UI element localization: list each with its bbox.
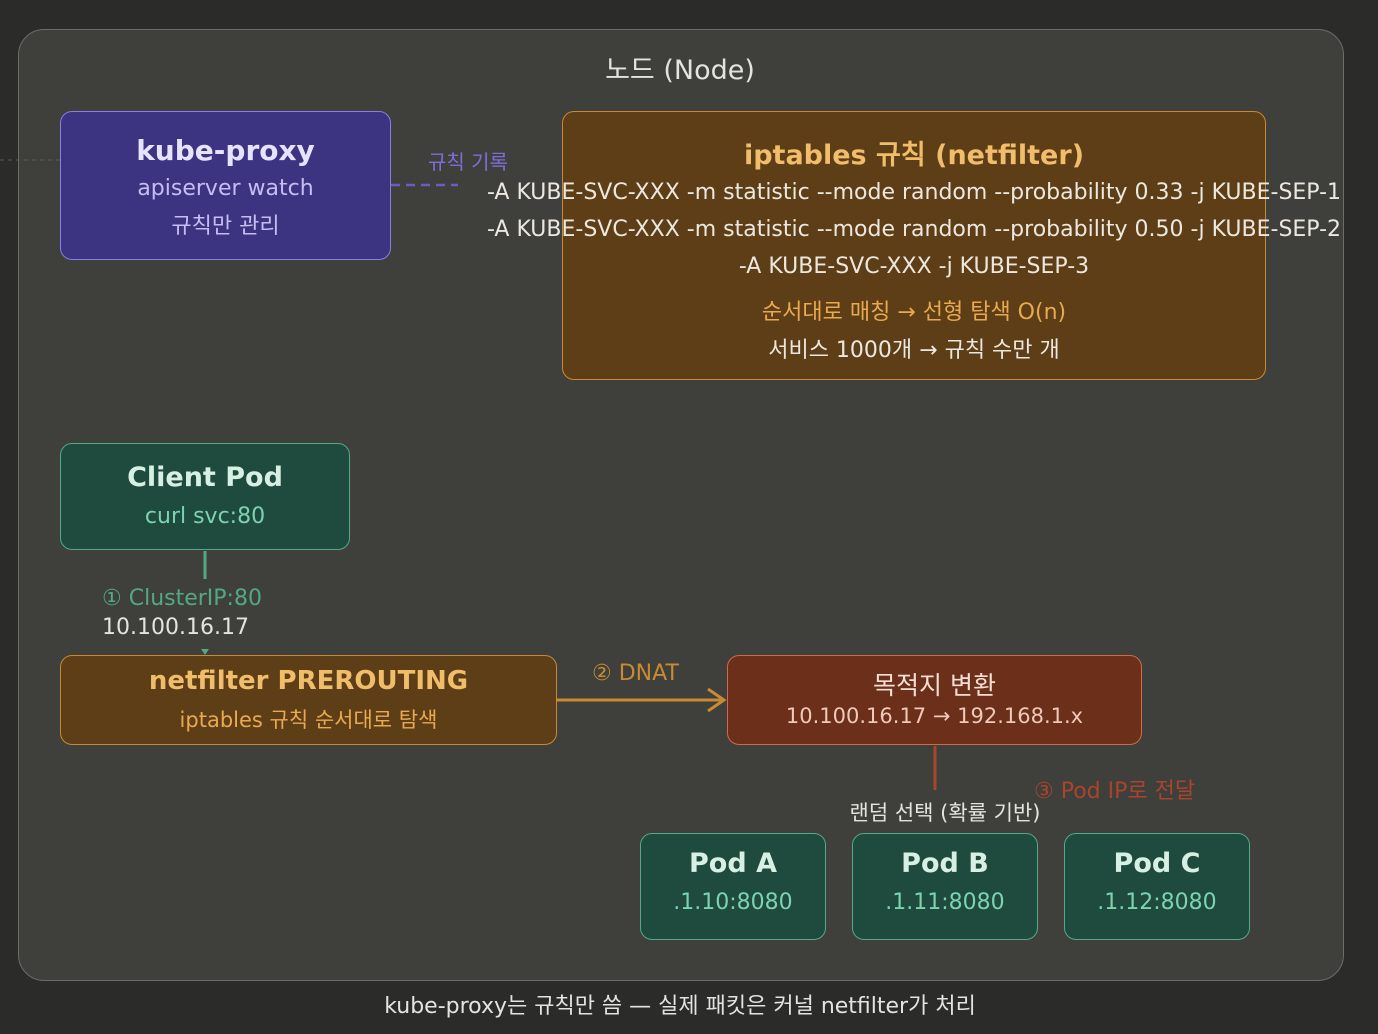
pod-b-address: .1.11:8080 [885, 890, 1005, 915]
iptables-note-scale: 서비스 1000개 → 규칙 수만 개 [768, 338, 1060, 363]
iptables-rule-1: -A KUBE-SVC-XXX -m statistic --mode rand… [486, 180, 1342, 205]
client-pod-box: Client Pod curl svc:80 [60, 443, 350, 550]
pod-c-box: Pod C .1.12:8080 [1064, 833, 1250, 940]
client-pod-subtitle: curl svc:80 [144, 504, 266, 529]
iptables-note-linear: 순서대로 매칭 → 선형 탐색 O(n) [761, 300, 1067, 325]
pod-b-box: Pod B .1.11:8080 [852, 833, 1038, 940]
pod-a-address: .1.10:8080 [673, 890, 793, 915]
rule-write-label: 규칙 기록 [428, 150, 508, 174]
pod-a-title: Pod A [689, 848, 777, 879]
client-pod-title: Client Pod [127, 462, 283, 493]
kube-proxy-subtitle-watch: apiserver watch [137, 176, 314, 201]
dest-translation-title: 목적지 변환 [873, 671, 996, 700]
pod-b-title: Pod B [901, 848, 989, 879]
kube-proxy-box: kube-proxy apiserver watch 규칙만 관리 [60, 111, 391, 260]
step2-label: ② DNAT [592, 661, 679, 686]
pod-c-address: .1.12:8080 [1097, 890, 1217, 915]
prerouting-title: netfilter PREROUTING [148, 666, 469, 696]
iptables-rule-3: -A KUBE-SVC-XXX -j KUBE-SEP-3 [738, 254, 1090, 279]
kube-proxy-title: kube-proxy [136, 134, 315, 167]
pod-c-title: Pod C [1113, 848, 1201, 879]
step1-label: ① ClusterIP:80 [102, 586, 262, 611]
iptables-rule-2: -A KUBE-SVC-XXX -m statistic --mode rand… [486, 217, 1342, 242]
iptables-title: iptables 규칙 (netfilter) [743, 140, 1085, 171]
pod-a-box: Pod A .1.10:8080 [640, 833, 826, 940]
step1-address: 10.100.16.17 [102, 615, 249, 640]
dest-translation-subtitle: 10.100.16.17 → 192.168.1.x [785, 704, 1084, 728]
dest-translation-box: 목적지 변환 10.100.16.17 → 192.168.1.x [727, 655, 1142, 745]
prerouting-box: netfilter PREROUTING iptables 규칙 순서대로 탐색 [60, 655, 557, 745]
random-select-label: 랜덤 선택 (확률 기반) [849, 801, 1041, 825]
kube-proxy-subtitle-rules: 규칙만 관리 [171, 214, 280, 239]
footer-caption: kube-proxy는 규칙만 씀 — 실제 패킷은 커널 netfilter가… [384, 994, 976, 1019]
prerouting-subtitle: iptables 규칙 순서대로 탐색 [179, 708, 438, 732]
node-title: 노드 (Node) [605, 55, 755, 86]
